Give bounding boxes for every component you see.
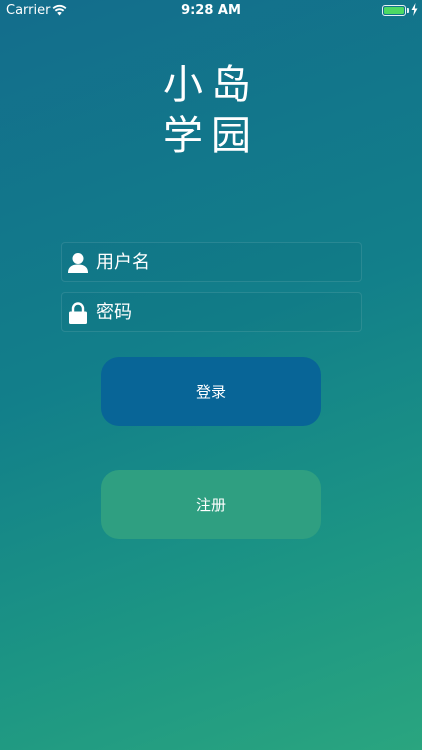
status-time: 9:28 AM — [181, 3, 241, 18]
password-field[interactable] — [61, 292, 362, 332]
login-button[interactable]: 登录 — [101, 357, 321, 426]
register-button[interactable]: 注册 — [101, 470, 321, 539]
battery-icon — [382, 5, 406, 16]
username-input[interactable] — [96, 243, 356, 281]
app-logo-line-2: 学园 — [163, 113, 259, 159]
password-input[interactable] — [96, 293, 356, 331]
charging-bolt-icon — [411, 3, 418, 16]
person-icon — [68, 253, 88, 273]
lock-icon — [69, 302, 87, 324]
battery-cap — [407, 8, 409, 13]
username-field[interactable] — [61, 242, 362, 282]
app-logo-line-1: 小岛 — [163, 62, 259, 108]
status-bar: Carrier 9:28 AM — [0, 0, 422, 22]
